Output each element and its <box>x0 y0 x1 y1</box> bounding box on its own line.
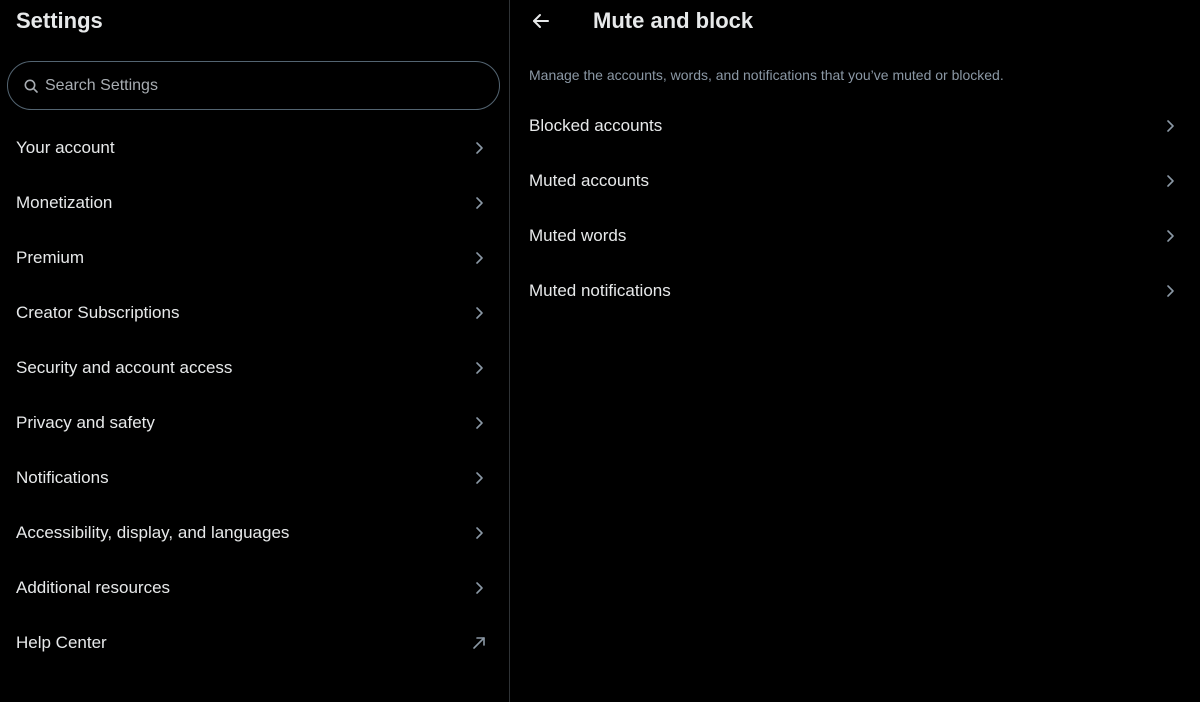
search-input[interactable] <box>45 62 499 109</box>
nav-item-your-account[interactable]: Your account <box>0 120 509 175</box>
chevron-right-icon <box>471 250 487 266</box>
nav-item-label: Your account <box>16 137 115 157</box>
option-label: Muted accounts <box>529 170 650 190</box>
settings-app: Settings Your account Monetization <box>0 0 1200 702</box>
nav-item-label: Creator Subscriptions <box>16 302 180 322</box>
chevron-right-icon <box>471 525 487 541</box>
chevron-right-icon <box>1162 228 1178 244</box>
nav-item-security[interactable]: Security and account access <box>0 340 509 395</box>
nav-item-label: Notifications <box>16 467 109 487</box>
nav-item-monetization[interactable]: Monetization <box>0 175 509 230</box>
nav-item-label: Help Center <box>16 632 107 652</box>
external-link-arrow-icon <box>471 635 487 651</box>
option-muted-words[interactable]: Muted words <box>511 208 1200 263</box>
settings-title: Settings <box>16 8 103 33</box>
back-arrow-icon <box>531 11 551 31</box>
nav-item-label: Additional resources <box>16 577 171 597</box>
chevron-right-icon <box>471 195 487 211</box>
chevron-right-icon <box>1162 118 1178 134</box>
chevron-right-icon <box>471 305 487 321</box>
option-blocked-accounts[interactable]: Blocked accounts <box>511 98 1200 153</box>
chevron-right-icon <box>1162 173 1178 189</box>
option-muted-accounts[interactable]: Muted accounts <box>511 153 1200 208</box>
nav-item-additional-resources[interactable]: Additional resources <box>0 560 509 615</box>
search-box[interactable] <box>7 61 500 110</box>
option-label: Muted words <box>529 225 627 245</box>
nav-item-privacy[interactable]: Privacy and safety <box>0 395 509 450</box>
nav-item-label: Security and account access <box>16 357 233 377</box>
nav-item-premium[interactable]: Premium <box>0 230 509 285</box>
page-description: Manage the accounts, words, and notifica… <box>529 67 1004 83</box>
settings-sidebar: Settings Your account Monetization <box>0 0 510 702</box>
chevron-right-icon <box>471 360 487 376</box>
chevron-right-icon <box>471 140 487 156</box>
settings-nav: Your account Monetization Premium Creato… <box>0 120 509 670</box>
option-label: Blocked accounts <box>529 115 663 135</box>
back-button[interactable] <box>530 10 552 32</box>
nav-item-creator-subscriptions[interactable]: Creator Subscriptions <box>0 285 509 340</box>
page-title: Mute and block <box>593 8 754 33</box>
nav-item-label: Privacy and safety <box>16 412 155 432</box>
chevron-right-icon <box>1162 283 1178 299</box>
option-label: Muted notifications <box>529 280 671 300</box>
nav-item-label: Monetization <box>16 192 113 212</box>
nav-item-label: Premium <box>16 247 85 267</box>
search-icon <box>23 78 39 94</box>
chevron-right-icon <box>471 415 487 431</box>
mute-and-block-panel: Mute and block Manage the accounts, word… <box>511 0 1200 702</box>
chevron-right-icon <box>471 580 487 596</box>
nav-item-label: Accessibility, display, and languages <box>16 522 290 542</box>
chevron-right-icon <box>471 470 487 486</box>
nav-item-help-center[interactable]: Help Center <box>0 615 509 670</box>
option-muted-notifications[interactable]: Muted notifications <box>511 263 1200 318</box>
nav-item-notifications[interactable]: Notifications <box>0 450 509 505</box>
mute-block-options: Blocked accounts Muted accounts Muted wo… <box>511 98 1200 318</box>
nav-item-accessibility[interactable]: Accessibility, display, and languages <box>0 505 509 560</box>
